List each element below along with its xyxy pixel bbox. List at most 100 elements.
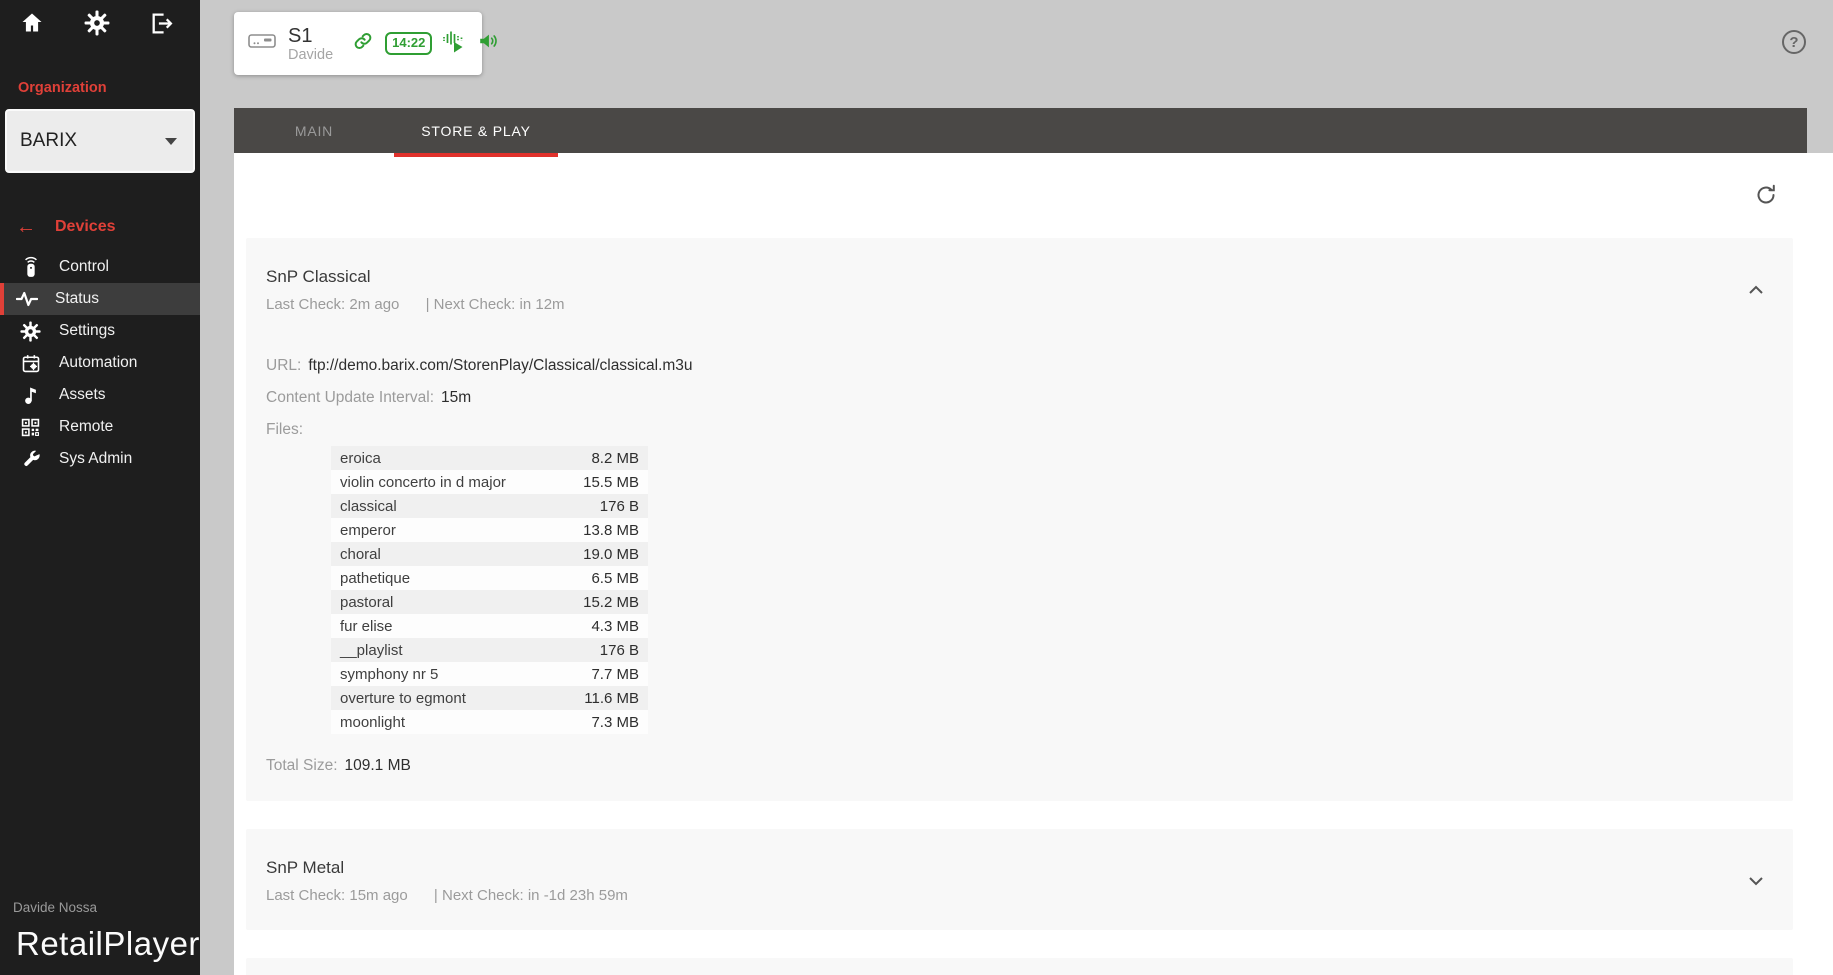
sidebar-item-label: Sys Admin: [59, 450, 133, 467]
calendar-gear-icon: [19, 353, 42, 374]
file-name: eroica: [340, 449, 381, 467]
interval-label: Content Update Interval:: [266, 389, 435, 406]
music-note-icon: [19, 385, 42, 405]
sidebar-item-settings[interactable]: Settings: [0, 315, 200, 347]
file-size: 6.5 MB: [591, 569, 639, 587]
audio-playing-icon: [441, 28, 467, 59]
back-arrow-icon[interactable]: ←: [16, 217, 36, 237]
devices-header: ← Devices: [16, 217, 200, 237]
panel-meta: Last Check: 2m ago | Next Check: in 12m: [266, 296, 1733, 313]
sidebar: Organization BARIX ← Devices Control Sta…: [0, 0, 200, 975]
sidebar-item-assets[interactable]: Assets: [0, 379, 200, 411]
devices-section-label: Devices: [55, 218, 116, 235]
panel-snp-pop: SnP Pop: [246, 958, 1793, 975]
file-row: choral 19.0 MB: [331, 542, 648, 566]
help-button[interactable]: ?: [1782, 30, 1806, 54]
gear-icon: [19, 320, 42, 342]
file-name: symphony nr 5: [340, 665, 439, 683]
logout-icon[interactable]: [148, 10, 174, 36]
file-row: pathetique 6.5 MB: [331, 566, 648, 590]
speaker-icon: [476, 30, 500, 57]
file-name: pastoral: [340, 593, 394, 611]
content-area: SnP Classical Last Check: 2m ago | Next …: [234, 153, 1833, 975]
brand-logo: RetailPlayer: [16, 925, 200, 962]
panel-meta: Last Check: 15m ago | Next Check: in -1d…: [266, 887, 1733, 904]
link-icon: [350, 31, 376, 56]
panel-title: SnP Metal: [266, 858, 345, 877]
file-row: violin concerto in d major 15.5 MB: [331, 470, 648, 494]
tab-store-and-play[interactable]: STORE & PLAY: [394, 108, 558, 157]
device-icon: [247, 29, 277, 58]
url-value: ftp://demo.barix.com/StorenPlay/Classica…: [308, 357, 693, 374]
device-name: S1: [288, 24, 313, 47]
file-row: fur elise 4.3 MB: [331, 614, 648, 638]
sidebar-item-remote[interactable]: Remote: [0, 411, 200, 443]
sidebar-item-control[interactable]: Control: [0, 251, 200, 283]
logged-in-user: Davide Nossa: [13, 900, 98, 915]
sidebar-item-label: Automation: [59, 354, 138, 371]
chevron-up-icon[interactable]: [1748, 282, 1764, 300]
panel-header[interactable]: SnP Pop: [246, 958, 1793, 975]
sidebar-item-status[interactable]: Status: [0, 283, 200, 315]
organization-select[interactable]: BARIX: [5, 109, 195, 173]
file-size: 4.3 MB: [591, 617, 639, 635]
gear-icon[interactable]: [84, 10, 110, 36]
device-owner: Davide: [288, 46, 334, 63]
sidebar-item-label: Remote: [59, 418, 114, 435]
chevron-down-icon: [165, 137, 177, 145]
sidebar-item-label: Assets: [59, 386, 106, 403]
total-size-label: Total Size:: [266, 757, 338, 774]
file-name: pathetique: [340, 569, 411, 587]
file-row: classical 176 B: [331, 494, 648, 518]
file-name: violin concerto in d major: [340, 473, 506, 491]
tab-main[interactable]: MAIN: [234, 108, 394, 153]
snp-panels: SnP Classical Last Check: 2m ago | Next …: [246, 238, 1793, 975]
file-row: overture to egmont 11.6 MB: [331, 686, 648, 710]
file-name: __playlist: [340, 641, 403, 659]
sidebar-top-icons: [0, 0, 200, 36]
sidebar-item-automation[interactable]: Automation: [0, 347, 200, 379]
file-size: 176 B: [599, 641, 639, 659]
file-size: 8.2 MB: [591, 449, 639, 467]
file-name: overture to egmont: [340, 689, 466, 707]
file-name: moonlight: [340, 713, 406, 731]
file-row: eroica 8.2 MB: [331, 446, 648, 470]
url-label: URL:: [266, 357, 302, 374]
file-row: __playlist 176 B: [331, 638, 648, 662]
device-status-icons: 14:22: [350, 28, 500, 59]
panel-snp-classical: SnP Classical Last Check: 2m ago | Next …: [246, 238, 1793, 801]
interval-value: 15m: [441, 389, 472, 406]
file-row: moonlight 7.3 MB: [331, 710, 648, 734]
file-size: 11.6 MB: [584, 689, 639, 707]
panel-title: SnP Classical: [266, 267, 371, 286]
file-name: fur elise: [340, 617, 393, 635]
file-row: pastoral 15.2 MB: [331, 590, 648, 614]
panel-snp-metal: SnP Metal Last Check: 15m ago | Next Che…: [246, 829, 1793, 930]
panel-body: URL: ftp://demo.barix.com/StorenPlay/Cla…: [246, 357, 1793, 801]
device-card[interactable]: S1 Davide 14:22: [234, 12, 498, 75]
refresh-icon[interactable]: [1754, 183, 1778, 207]
activity-icon: [15, 290, 38, 308]
sidebar-item-label: Status: [55, 290, 99, 307]
url-line: URL: ftp://demo.barix.com/StorenPlay/Cla…: [266, 357, 1773, 375]
file-size: 176 B: [599, 497, 639, 515]
file-size: 15.2 MB: [583, 593, 639, 611]
file-size: 7.3 MB: [591, 713, 639, 731]
organization-label: Organization: [18, 80, 107, 96]
file-row: symphony nr 5 7.7 MB: [331, 662, 648, 686]
file-name: emperor: [340, 521, 396, 539]
organization-value: BARIX: [20, 130, 78, 151]
file-size: 13.8 MB: [583, 521, 639, 539]
file-size: 7.7 MB: [591, 665, 639, 683]
file-row: emperor 13.8 MB: [331, 518, 648, 542]
panel-header[interactable]: SnP Metal Last Check: 15m ago | Next Che…: [246, 829, 1793, 930]
file-size: 19.0 MB: [583, 545, 639, 563]
last-check: Last Check: 2m ago: [266, 296, 400, 313]
file-name: classical: [340, 497, 397, 515]
qr-code-icon: [19, 418, 42, 437]
panel-header[interactable]: SnP Classical Last Check: 2m ago | Next …: [246, 238, 1793, 313]
next-check: | Next Check: in 12m: [425, 296, 565, 313]
sidebar-item-sys-admin[interactable]: Sys Admin: [0, 443, 200, 475]
home-icon[interactable]: [19, 10, 45, 36]
chevron-down-icon[interactable]: [1748, 873, 1764, 891]
